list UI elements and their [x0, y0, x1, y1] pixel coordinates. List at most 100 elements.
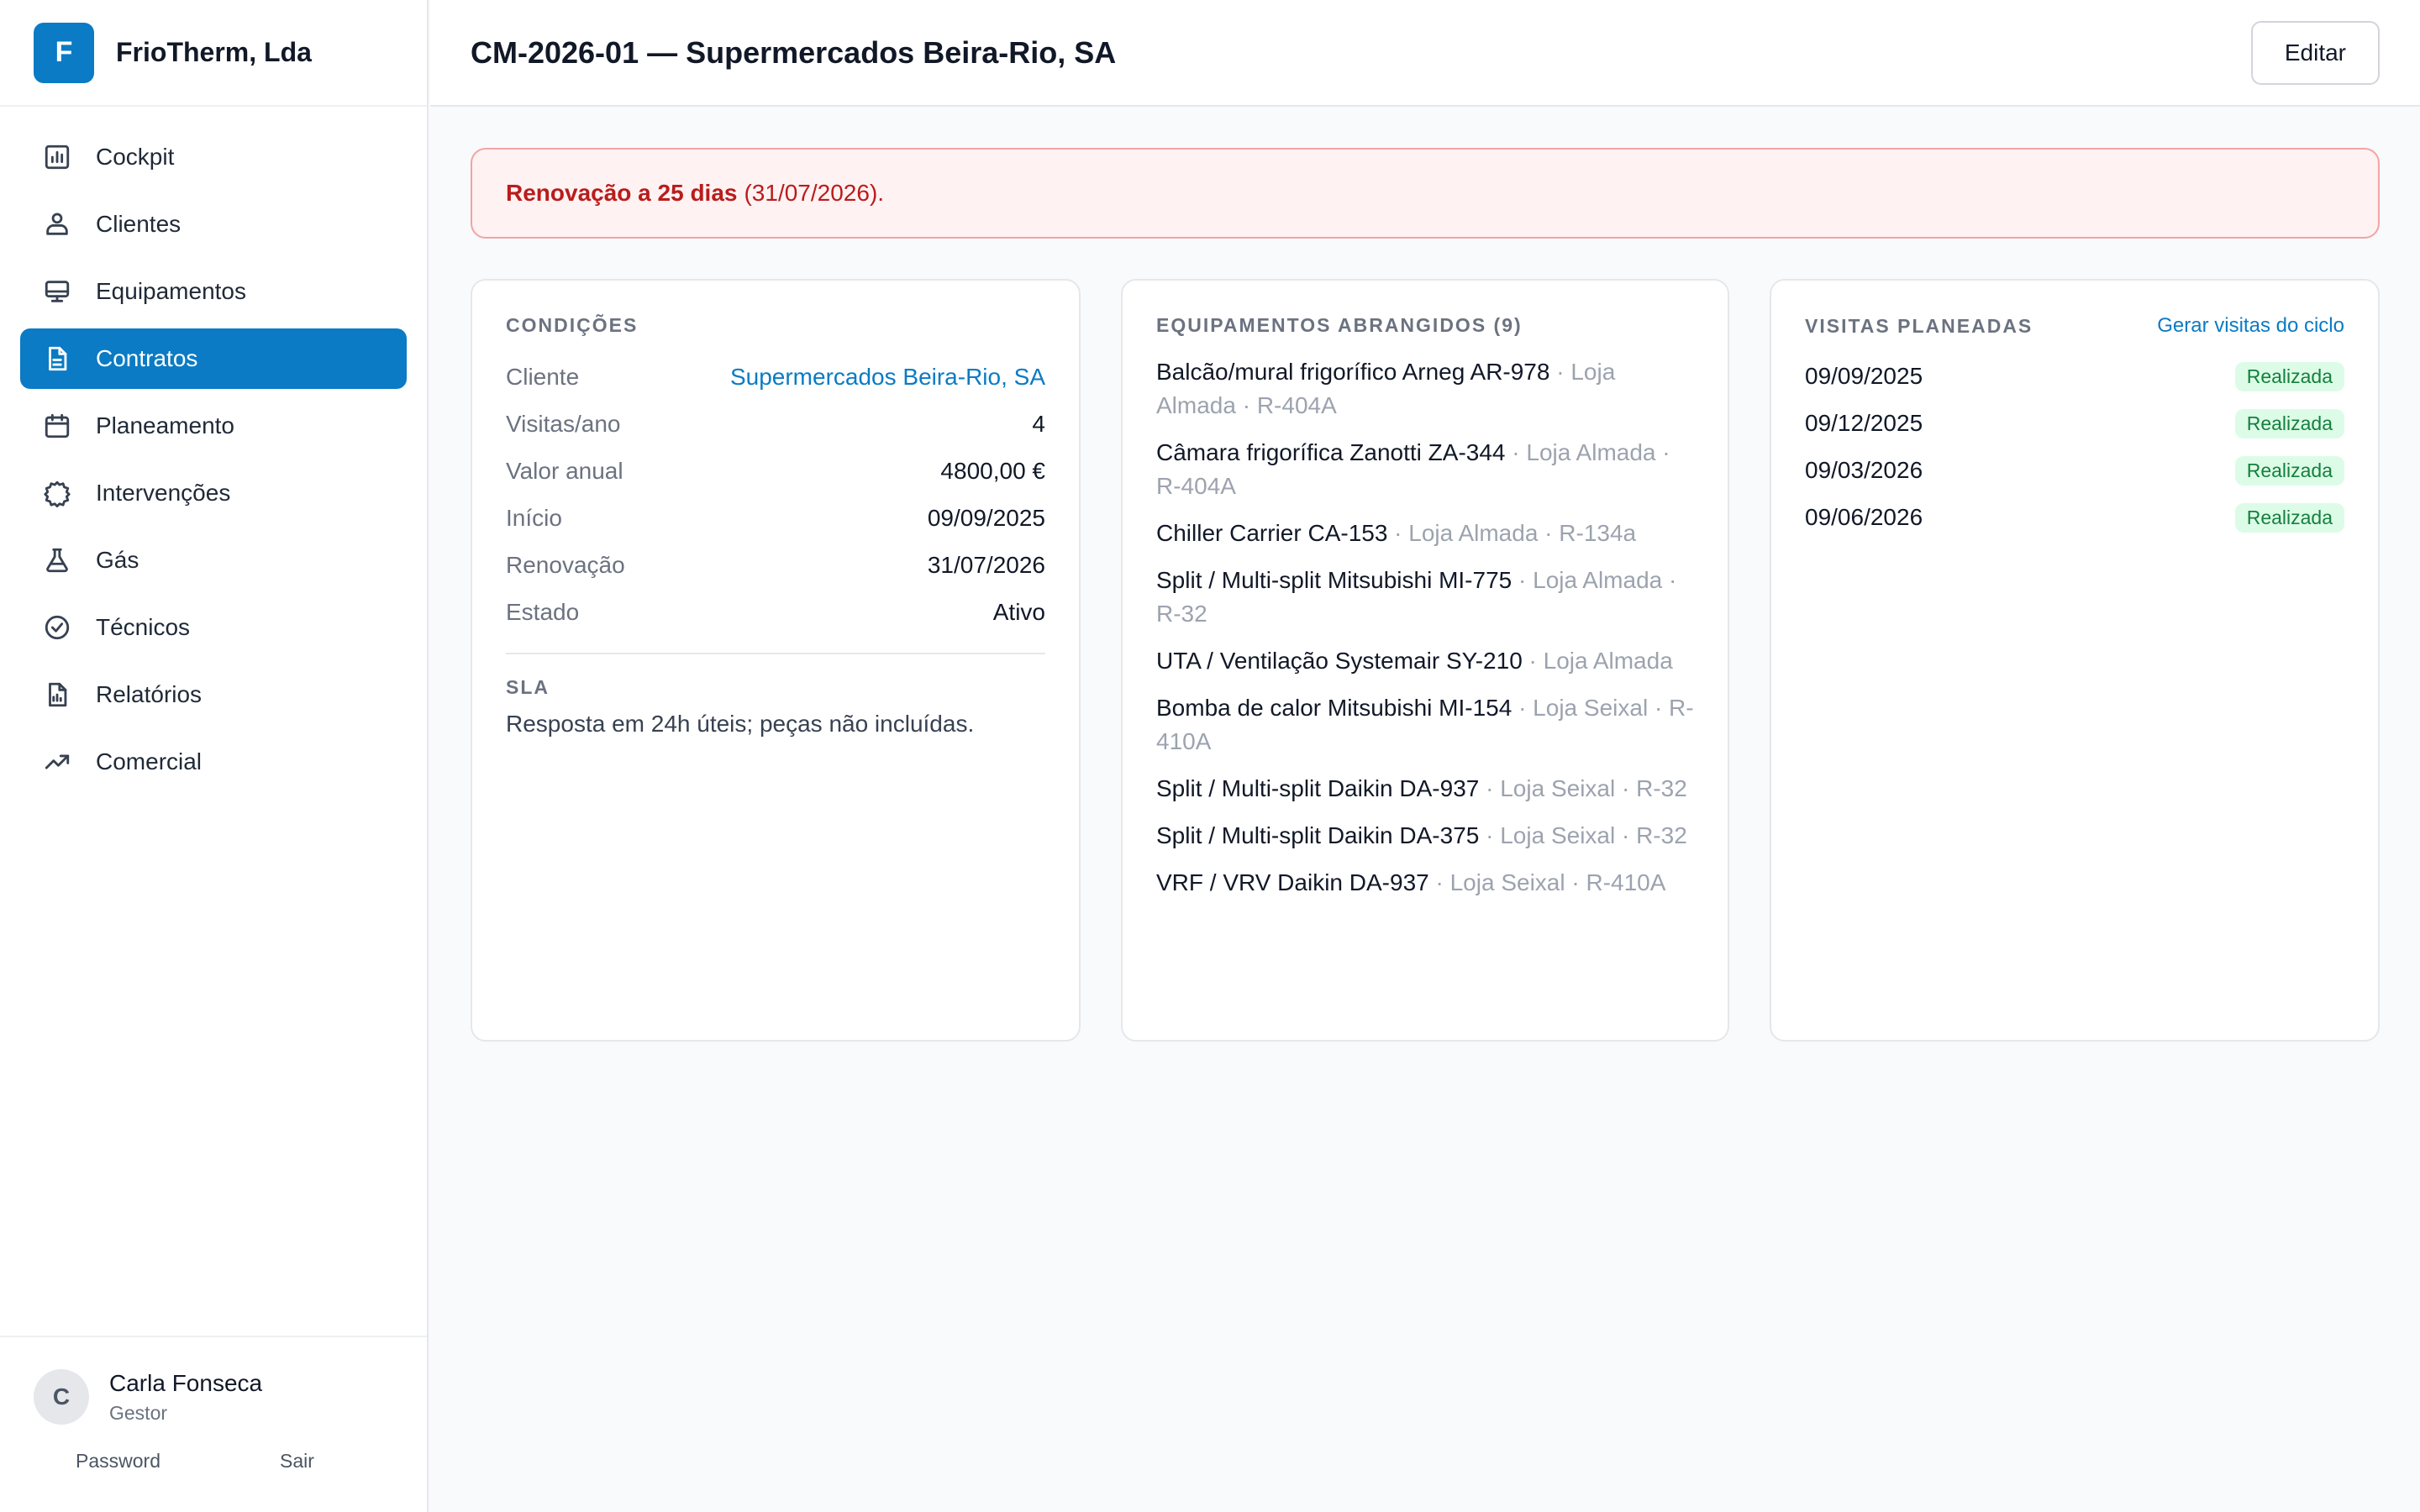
status-badge: Realizada	[2234, 502, 2344, 533]
document-icon	[40, 342, 74, 375]
equipment-name: Câmara frigorífica Zanotti ZA-344	[1156, 439, 1506, 465]
condition-row-client: Cliente Supermercados Beira-Rio, SA	[506, 354, 1045, 401]
sidebar-item-relatorios[interactable]: Relatórios	[20, 664, 407, 725]
trending-up-icon	[40, 745, 74, 779]
visit-date: 09/12/2025	[1805, 410, 1923, 436]
sidebar-item-label: Equipamentos	[96, 278, 247, 304]
equipment-name: VRF / VRV Daikin DA-937	[1156, 869, 1429, 895]
sidebar-item-label: Intervenções	[96, 480, 231, 506]
conditions-title: CONDIÇÕES	[506, 314, 639, 336]
logout-link[interactable]: Sair	[280, 1450, 314, 1473]
list-item[interactable]: UTA / Ventilação Systemair SY-210 · Loja…	[1156, 644, 1694, 678]
check-circle-icon	[40, 611, 74, 644]
list-item[interactable]: Split / Multi-split Daikin DA-375 · Loja…	[1156, 819, 1694, 853]
dashboard-icon	[40, 140, 74, 174]
equipment-list: Balcão/mural frigorífico Arneg AR-978 · …	[1156, 355, 1694, 900]
sidebar-item-contratos[interactable]: Contratos	[20, 328, 407, 389]
condition-row-visits: Visitas/ano 4	[506, 401, 1045, 448]
equipment-title: EQUIPAMENTOS ABRANGIDOS (9)	[1156, 314, 1523, 336]
calendar-icon	[40, 409, 74, 443]
renewal-alert: Renovação a 25 dias (31/07/2026).	[471, 148, 2380, 239]
visits-list: 09/09/2025 Realizada 09/12/2025 Realizad…	[1805, 353, 2344, 541]
condition-value: Ativo	[992, 599, 1045, 625]
condition-label: Estado	[506, 599, 580, 625]
equipment-name: Bomba de calor Mitsubishi MI-154	[1156, 695, 1512, 721]
sidebar-item-label: Comercial	[96, 748, 203, 774]
user-role: Gestor	[109, 1401, 168, 1424]
sidebar-item-label: Cockpit	[96, 144, 175, 170]
sidebar-item-clientes[interactable]: Clientes	[20, 194, 407, 255]
equipment-name: Split / Multi-split Daikin DA-937	[1156, 775, 1480, 801]
visit-date: 09/09/2025	[1805, 363, 1923, 389]
sidebar-item-comercial[interactable]: Comercial	[20, 732, 407, 792]
sidebar-item-label: Contratos	[96, 345, 198, 371]
list-item[interactable]: Balcão/mural frigorífico Arneg AR-978 · …	[1156, 355, 1694, 423]
condition-label: Visitas/ano	[506, 411, 621, 437]
users-icon	[40, 207, 74, 241]
page-title: CM-2026-01 — Supermercados Beira-Rio, SA	[471, 34, 1117, 70]
list-item[interactable]: 09/03/2026 Realizada	[1805, 447, 2344, 494]
sidebar-item-label: Técnicos	[96, 614, 191, 640]
visit-date: 09/06/2026	[1805, 504, 1923, 530]
sla-text: Resposta em 24h úteis; peças não incluíd…	[506, 711, 975, 737]
sidebar-item-equipamentos[interactable]: Equipamentos	[20, 261, 407, 322]
sidebar-item-tecnicos[interactable]: Técnicos	[20, 597, 407, 658]
status-badge: Realizada	[2234, 455, 2344, 486]
visits-card: VISITAS PLANEADAS Gerar visitas do ciclo…	[1770, 279, 2380, 1042]
user-panel: C Carla Fonseca Gestor Password Sair	[0, 1336, 427, 1512]
list-item[interactable]: 09/09/2025 Realizada	[1805, 353, 2344, 400]
divider	[506, 653, 1045, 654]
sidebar-item-label: Gás	[96, 547, 139, 573]
password-link[interactable]: Password	[76, 1450, 160, 1473]
list-item[interactable]: 09/12/2025 Realizada	[1805, 400, 2344, 447]
equipment-meta: · Loja Seixal · R-32	[1479, 822, 1687, 848]
equipment-name: Split / Multi-split Mitsubishi MI-775	[1156, 567, 1512, 593]
equipment-name: UTA / Ventilação Systemair SY-210	[1156, 648, 1523, 674]
list-item[interactable]: VRF / VRV Daikin DA-937 · Loja Seixal · …	[1156, 866, 1694, 900]
condition-value: 4	[1032, 411, 1045, 437]
equipment-name: Split / Multi-split Daikin DA-375	[1156, 822, 1480, 848]
list-item[interactable]: 09/06/2026 Realizada	[1805, 494, 2344, 541]
sidebar-item-label: Relatórios	[96, 681, 203, 707]
condition-row-renewal: Renovação 31/07/2026	[506, 542, 1045, 589]
sidebar-item-gas[interactable]: Gás	[20, 530, 407, 591]
sla-title: SLA	[506, 676, 550, 698]
conditions-card: CONDIÇÕES Cliente Supermercados Beira-Ri…	[471, 279, 1081, 1042]
list-item[interactable]: Câmara frigorífica Zanotti ZA-344 · Loja…	[1156, 436, 1694, 503]
alert-strong-text: Renovação a 25 dias	[506, 180, 738, 206]
user-name: Carla Fonseca	[109, 1369, 263, 1396]
equipment-card: EQUIPAMENTOS ABRANGIDOS (9) Balcão/mural…	[1121, 279, 1729, 1042]
sidebar-item-label: Clientes	[96, 211, 182, 237]
sidebar-item-intervencoes[interactable]: Intervenções	[20, 463, 407, 523]
avatar: C	[34, 1369, 89, 1425]
equipment-meta: · Loja Seixal · R-32	[1479, 775, 1687, 801]
list-item[interactable]: Split / Multi-split Daikin DA-937 · Loja…	[1156, 772, 1694, 806]
status-badge: Realizada	[2234, 408, 2344, 438]
sidebar: F FrioTherm, Lda Cockpit Clientes Equipa…	[0, 0, 429, 1512]
list-item[interactable]: Split / Multi-split Mitsubishi MI-775 · …	[1156, 564, 1694, 631]
sidebar-item-cockpit[interactable]: Cockpit	[20, 127, 407, 187]
report-icon	[40, 678, 74, 711]
condition-label: Cliente	[506, 364, 580, 390]
condition-label: Valor anual	[506, 458, 623, 484]
list-item[interactable]: Bomba de calor Mitsubishi MI-154 · Loja …	[1156, 691, 1694, 759]
equipment-name: Chiller Carrier CA-153	[1156, 520, 1388, 546]
sidebar-item-label: Planeamento	[96, 412, 235, 438]
generate-visits-link[interactable]: Gerar visitas do ciclo	[2157, 314, 2344, 338]
edit-button[interactable]: Editar	[2250, 20, 2380, 85]
condition-value: 4800,00 €	[940, 458, 1045, 484]
visits-title: VISITAS PLANEADAS	[1805, 314, 2033, 337]
condition-value: 31/07/2026	[927, 552, 1045, 578]
brand-logo[interactable]: F	[34, 22, 94, 83]
status-badge: Realizada	[2234, 361, 2344, 391]
sidebar-item-planeamento[interactable]: Planeamento	[20, 396, 407, 456]
list-item[interactable]: Chiller Carrier CA-153 · Loja Almada · R…	[1156, 517, 1694, 550]
equipment-meta: · Loja Almada	[1522, 648, 1673, 674]
condition-row-status: Estado Ativo	[506, 589, 1045, 636]
client-link[interactable]: Supermercados Beira-Rio, SA	[730, 364, 1045, 391]
condition-value: 09/09/2025	[927, 505, 1045, 531]
visit-date: 09/03/2026	[1805, 457, 1923, 483]
condition-row-start: Início 09/09/2025	[506, 495, 1045, 542]
alert-text: (31/07/2026).	[744, 180, 885, 206]
monitor-icon	[40, 275, 74, 308]
